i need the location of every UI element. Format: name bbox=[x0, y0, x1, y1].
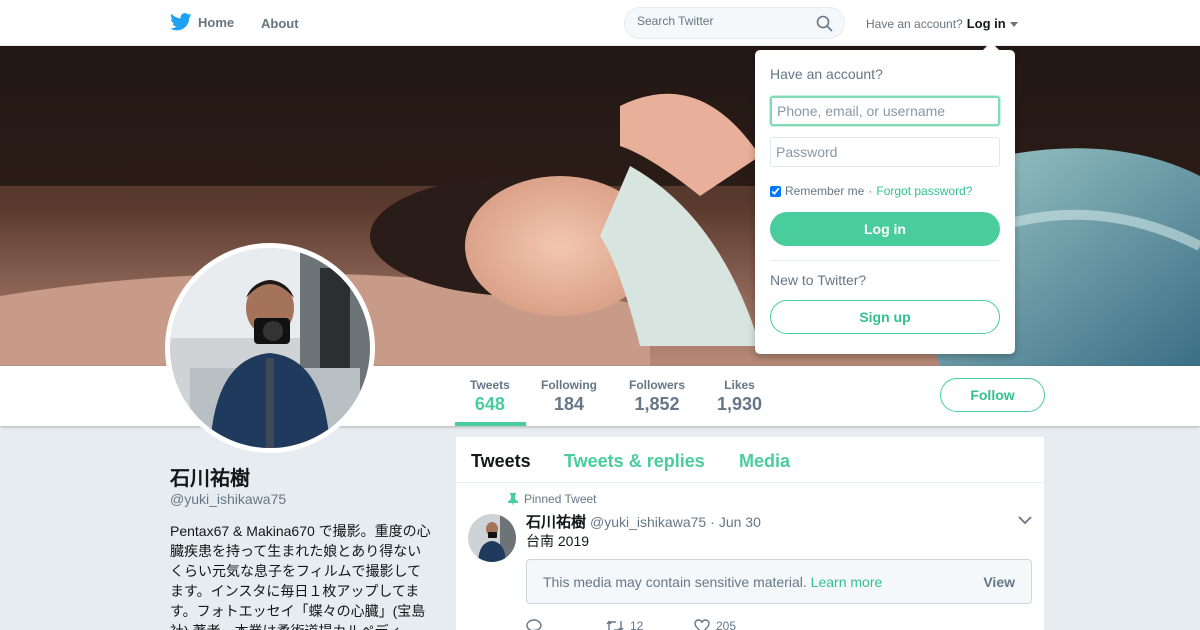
sensitive-media-notice: This media may contain sensitive materia… bbox=[526, 559, 1032, 604]
tweet-actions: 12 205 bbox=[526, 619, 736, 630]
tweet-header: 石川祐樹 @yuki_ishikawa75 · Jun 30 bbox=[526, 511, 761, 532]
tab-tweets-replies[interactable]: Tweets & replies bbox=[564, 451, 705, 472]
forgot-password-link[interactable]: Forgot password? bbox=[876, 184, 972, 198]
login-menu[interactable]: Have an account? Log in bbox=[866, 16, 1018, 31]
like-count: 205 bbox=[716, 619, 737, 630]
sensitive-text: This media may contain sensitive materia… bbox=[543, 574, 807, 590]
tweet-author-name[interactable]: 石川祐樹 bbox=[526, 511, 586, 532]
timeline: Tweets Tweets & replies Media Pinned Twe… bbox=[456, 437, 1044, 630]
stat-following[interactable]: Following 184 bbox=[541, 378, 597, 415]
login-link[interactable]: Log in bbox=[967, 16, 1006, 31]
stat-label: Followers bbox=[629, 378, 686, 392]
twitter-bird-icon bbox=[170, 13, 192, 31]
nav-home-link[interactable]: Home bbox=[170, 13, 234, 31]
login-button[interactable]: Log in bbox=[770, 212, 1000, 246]
login-dropdown-title: Have an account? bbox=[770, 66, 883, 82]
stat-tweets[interactable]: Tweets 648 bbox=[470, 378, 510, 415]
username-field[interactable] bbox=[770, 96, 1000, 126]
tweet-text: 台南 2019 bbox=[526, 533, 590, 549]
search-input[interactable] bbox=[637, 14, 807, 28]
tweet-date[interactable]: Jun 30 bbox=[719, 514, 761, 530]
profile-bio: Pentax67 & Makina670 で撮影。重度の心臓疾患を持って生まれた… bbox=[170, 523, 431, 630]
stat-value: 184 bbox=[553, 394, 585, 414]
stat-likes[interactable]: Likes 1,930 bbox=[717, 378, 762, 415]
tweet-dot-separator: · bbox=[710, 514, 715, 530]
reply-action[interactable] bbox=[526, 619, 606, 630]
learn-more-link[interactable]: Learn more bbox=[811, 574, 883, 590]
retweet-action[interactable]: 12 bbox=[606, 619, 694, 630]
stat-followers[interactable]: Followers 1,852 bbox=[629, 378, 685, 415]
profile-handle[interactable]: @yuki_ishikawa75 bbox=[170, 491, 286, 507]
stat-value: 648 bbox=[474, 394, 505, 414]
stat-value: 1,852 bbox=[634, 394, 680, 414]
profile-avatar[interactable] bbox=[165, 243, 375, 453]
reply-icon[interactable] bbox=[526, 619, 542, 630]
pin-icon bbox=[508, 492, 518, 506]
new-to-twitter-label: New to Twitter? bbox=[770, 272, 867, 288]
stat-label: Tweets bbox=[470, 378, 510, 392]
remember-me-label[interactable]: Remember me bbox=[785, 184, 864, 198]
have-account-label: Have an account? bbox=[866, 16, 963, 31]
retweet-count: 12 bbox=[630, 619, 644, 630]
remember-me-checkbox[interactable] bbox=[770, 185, 781, 197]
retweet-icon[interactable] bbox=[606, 620, 624, 630]
pinned-label: Pinned Tweet bbox=[524, 492, 597, 506]
heart-icon[interactable] bbox=[694, 619, 710, 630]
dropdown-divider bbox=[770, 260, 1000, 261]
remember-separator: · bbox=[868, 184, 873, 198]
chevron-down-icon[interactable] bbox=[1018, 516, 1032, 525]
active-stat-underline bbox=[455, 422, 526, 426]
nav-home-label: Home bbox=[198, 14, 235, 30]
top-navigation: Home About Have an account? Log in bbox=[0, 0, 1200, 46]
timeline-tabs: Tweets Tweets & replies Media bbox=[456, 437, 1044, 483]
view-media-button[interactable]: View bbox=[983, 574, 1015, 590]
tweet-avatar[interactable] bbox=[468, 514, 516, 562]
stat-label: Likes bbox=[724, 378, 755, 392]
tab-media[interactable]: Media bbox=[739, 451, 790, 472]
like-action[interactable]: 205 bbox=[694, 619, 736, 630]
caret-down-icon[interactable] bbox=[1009, 21, 1018, 27]
follow-button[interactable]: Follow bbox=[940, 378, 1045, 412]
remember-row: Remember me · Forgot password? bbox=[770, 184, 972, 198]
sensitive-message: This media may contain sensitive materia… bbox=[543, 574, 882, 590]
password-field[interactable] bbox=[770, 137, 1000, 167]
signup-button[interactable]: Sign up bbox=[770, 300, 1000, 334]
login-dropdown: Have an account? Remember me · Forgot pa… bbox=[755, 42, 1015, 354]
tab-tweets[interactable]: Tweets bbox=[471, 451, 531, 472]
profile-name[interactable]: 石川祐樹 bbox=[170, 462, 250, 491]
search-box bbox=[624, 7, 845, 39]
stat-value: 1,930 bbox=[717, 394, 763, 414]
nav-about-link[interactable]: About bbox=[261, 16, 299, 31]
tweet-author-handle[interactable]: @yuki_ishikawa75 bbox=[590, 514, 706, 530]
pinned-indicator: Pinned Tweet bbox=[508, 492, 597, 506]
search-icon[interactable] bbox=[816, 15, 833, 32]
stat-label: Following bbox=[541, 378, 597, 392]
